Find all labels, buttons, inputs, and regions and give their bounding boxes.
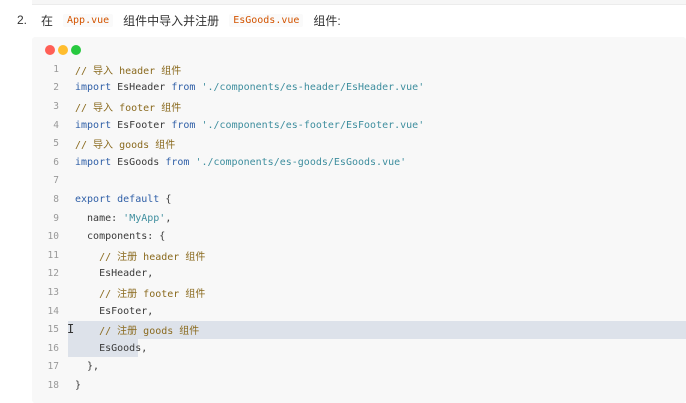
code-text: },	[75, 361, 99, 372]
code-line: 10 components: {	[32, 227, 686, 246]
code-line: 18}	[32, 376, 686, 395]
code-token: components: {	[75, 231, 166, 243]
step-number: 2.	[17, 13, 28, 27]
code-token: ,	[165, 212, 172, 224]
code-text: // 导入 footer 组件	[75, 99, 181, 114]
code-token: EsHeader	[111, 82, 172, 94]
code-token: './components/es-header/EsHeader.vue'	[201, 82, 425, 94]
code-text: export default {	[75, 194, 171, 205]
code-token: EsGoods	[111, 156, 166, 168]
line-number: 2	[53, 82, 59, 94]
code-text: // 导入 goods 组件	[75, 136, 175, 151]
code-token: 'MyApp'	[123, 212, 166, 224]
previous-block-edge	[32, 0, 686, 5]
code-line: 9 name: 'MyApp',	[32, 209, 686, 228]
code-text: EsGoods,	[75, 343, 147, 354]
code-token: import	[75, 156, 112, 168]
code-text: // 注册 goods 组件	[75, 322, 199, 337]
code-token: // 注册 footer 组件	[99, 288, 206, 300]
code-line: 17 },	[32, 358, 686, 377]
step-text-before: 在	[41, 13, 54, 28]
code-text: // 导入 header 组件	[75, 62, 181, 77]
line-number: 8	[53, 193, 59, 205]
code-line: 3 // 导入 footer 组件	[32, 97, 686, 116]
inline-code-esgoods-vue: EsGoods.vue	[229, 13, 304, 27]
step-text-middle: 组件中导入并注册	[123, 13, 220, 28]
green-dot-icon	[71, 45, 81, 55]
code-token: name:	[75, 212, 124, 224]
code-token: export default	[75, 193, 160, 205]
code-token: EsHeader,	[75, 268, 154, 280]
code-text: EsHeader,	[75, 268, 153, 279]
code-block[interactable]: 1 // 导入 header 组件 2 import EsHeader from '.…	[32, 37, 686, 403]
code-line: 1 // 导入 header 组件	[32, 60, 686, 79]
yellow-dot-icon	[58, 45, 68, 55]
line-number: 1	[53, 63, 59, 75]
line-number: 13	[47, 286, 59, 298]
line-number: 7	[53, 175, 59, 187]
red-dot-icon	[45, 45, 55, 55]
inline-code-app-vue: App.vue	[63, 13, 114, 27]
line-number: 6	[53, 156, 59, 168]
code-text: components: {	[75, 231, 165, 242]
code-text: import EsHeader from './components/es-he…	[75, 82, 424, 93]
code-token: },	[75, 361, 100, 373]
code-token: // 导入 footer 组件	[75, 102, 182, 114]
code-token: EsFooter	[111, 119, 172, 131]
code-token: }	[75, 379, 82, 391]
code-token: // 注册 goods 组件	[99, 326, 200, 338]
step-heading: 2. 在 App.vue 组件中导入并注册 EsGoods.vue 组件:	[17, 11, 345, 29]
code-line: 2 import EsHeader from './components/es-h…	[32, 79, 686, 98]
code-token: from	[165, 156, 190, 168]
code-text: }	[75, 380, 81, 391]
text-cursor-icon: I	[67, 322, 75, 336]
code-token: './components/es-goods/EsGoods.vue'	[195, 156, 407, 168]
code-text: // 注册 footer 组件	[75, 285, 205, 300]
line-number: 10	[47, 231, 59, 243]
code-token: // 导入 goods 组件	[75, 140, 176, 152]
code-token: './components/es-footer/EsFooter.vue'	[201, 119, 425, 131]
code-line: 12 EsHeader,	[32, 265, 686, 284]
code-token: import	[75, 82, 112, 94]
line-number: 4	[53, 119, 59, 131]
code-text: import EsFooter from './components/es-fo…	[75, 120, 424, 131]
step-text-after: 组件:	[313, 13, 341, 28]
line-number: 14	[47, 305, 59, 317]
code-text: EsFooter,	[75, 306, 153, 317]
code-text: name: 'MyApp',	[75, 213, 171, 224]
code-line: 7	[32, 172, 686, 191]
line-number: 9	[53, 212, 59, 224]
code-line: 16 EsGoods,	[32, 339, 686, 358]
code-line: 5 // 导入 goods 组件	[32, 134, 686, 153]
code-line: 4 import EsFooter from './components/es-f…	[32, 116, 686, 135]
code-text: // 注册 header 组件	[75, 248, 205, 263]
line-number: 15	[47, 324, 59, 336]
code-line: 11 // 注册 header 组件	[32, 246, 686, 265]
code-token: import	[75, 119, 112, 131]
code-token: from	[171, 119, 196, 131]
line-number: 3	[53, 100, 59, 112]
code-line: 13 // 注册 footer 组件	[32, 283, 686, 302]
line-number: 16	[47, 342, 59, 354]
code-token: // 注册 header 组件	[99, 251, 206, 263]
code-token: {	[159, 193, 172, 205]
code-text: import EsGoods from './components/es-goo…	[75, 157, 406, 168]
code-line: 15 // 注册 goods 组件	[32, 320, 686, 339]
line-number: 11	[47, 249, 59, 261]
line-number: 12	[47, 268, 59, 280]
line-number: 17	[47, 361, 59, 373]
line-number: 5	[53, 138, 59, 150]
line-number: 18	[47, 379, 59, 391]
code-token: // 导入 header 组件	[75, 65, 182, 77]
code-line: 6 import EsGoods from './components/es-go…	[32, 153, 686, 172]
code-line: 14 EsFooter,	[32, 302, 686, 321]
code-token: EsGoods,	[75, 342, 148, 354]
code-token: from	[171, 82, 196, 94]
code-token: EsFooter,	[75, 305, 154, 317]
window-controls	[45, 45, 81, 55]
code-line: 8 export default {	[32, 190, 686, 209]
